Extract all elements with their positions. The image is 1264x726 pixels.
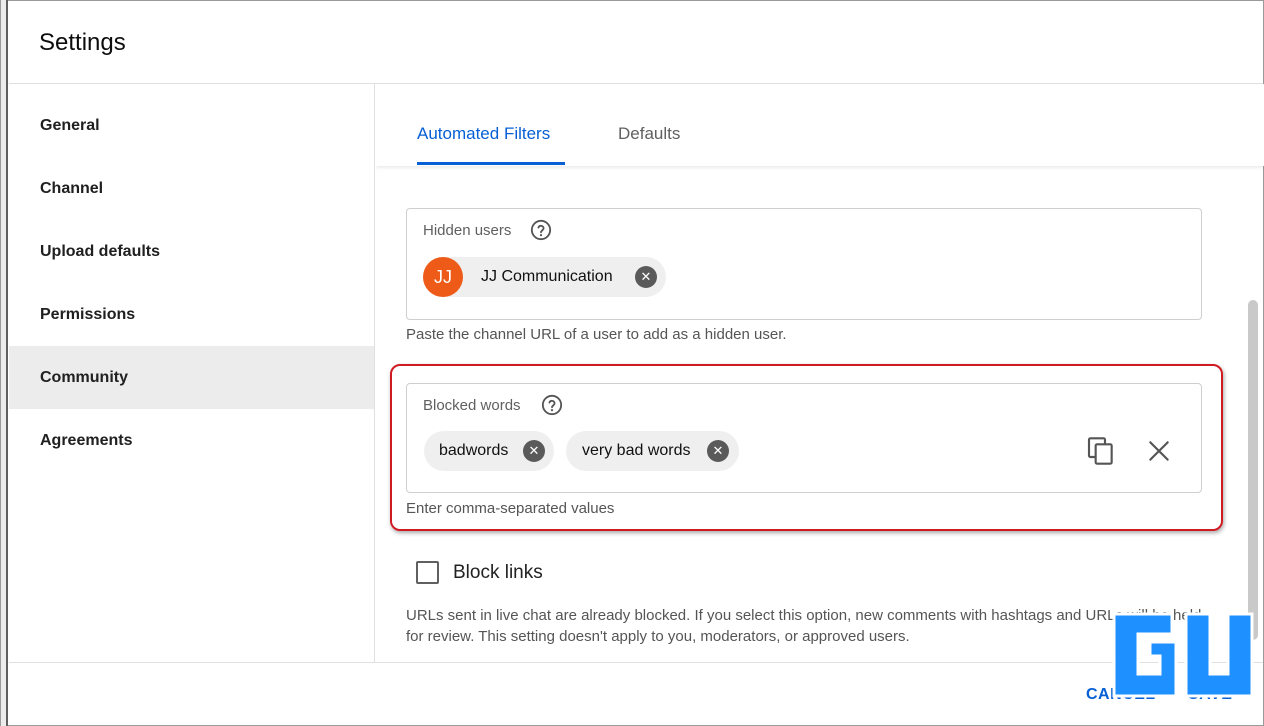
window-left-edge — [1, 0, 8, 726]
settings-header: Settings — [9, 0, 1263, 84]
tab-defaults[interactable]: Defaults — [618, 124, 680, 144]
sidebar-item-permissions[interactable]: Permissions — [9, 283, 374, 346]
hidden-users-field[interactable]: Hidden users JJ JJ Communication ✕ — [406, 208, 1202, 320]
blocked-words-helper: Enter comma-separated values — [406, 500, 615, 517]
dialog-footer: CANCEL SAVE — [9, 662, 1263, 725]
blocked-word-label: very bad words — [582, 442, 691, 459]
remove-chip-icon[interactable]: ✕ — [635, 266, 657, 288]
scrollbar[interactable] — [1248, 300, 1258, 640]
settings-sidebar: General Channel Upload defaults Permissi… — [9, 84, 375, 662]
help-icon[interactable] — [530, 219, 552, 241]
blocked-words-field[interactable]: Blocked words badwords ✕ very bad words … — [406, 383, 1202, 493]
watermark-text: GADGETS TO USE — [1122, 698, 1248, 714]
blocked-word-label: badwords — [439, 442, 509, 459]
sidebar-item-upload-defaults[interactable]: Upload defaults — [9, 220, 374, 283]
blocked-word-chip: very bad words ✕ — [566, 431, 739, 471]
sidebar-item-agreements[interactable]: Agreements — [9, 409, 374, 472]
gadgets-to-use-watermark: GADGETS TO USE — [1110, 612, 1260, 722]
gadgets-to-use-logo — [1112, 612, 1254, 698]
sidebar-item-channel[interactable]: Channel — [9, 157, 374, 220]
avatar: JJ — [423, 257, 463, 297]
hidden-user-name: JJ Communication — [481, 268, 613, 285]
hidden-users-label: Hidden users — [423, 222, 512, 239]
block-links-label: Block links — [453, 562, 543, 583]
sidebar-item-community[interactable]: Community — [9, 346, 374, 409]
block-links-description: URLs sent in live chat are already block… — [406, 607, 1202, 645]
tab-bar: Automated Filters Defaults — [376, 84, 1264, 166]
blocked-word-chip: badwords ✕ — [424, 431, 554, 471]
block-links-checkbox[interactable] — [416, 561, 439, 584]
remove-chip-icon[interactable]: ✕ — [707, 440, 729, 462]
page-title: Settings — [39, 29, 126, 56]
hidden-user-chip: JJ JJ Communication ✕ — [423, 257, 666, 297]
hidden-users-helper: Paste the channel URL of a user to add a… — [406, 326, 787, 343]
copy-icon[interactable] — [1085, 435, 1117, 467]
remove-chip-icon[interactable]: ✕ — [523, 440, 545, 462]
tab-automated-filters[interactable]: Automated Filters — [417, 124, 550, 144]
blocked-words-label: Blocked words — [423, 397, 521, 414]
sidebar-item-general[interactable]: General — [9, 94, 374, 157]
active-tab-indicator — [417, 162, 565, 165]
help-icon[interactable] — [541, 394, 563, 416]
clear-icon[interactable] — [1146, 438, 1172, 464]
